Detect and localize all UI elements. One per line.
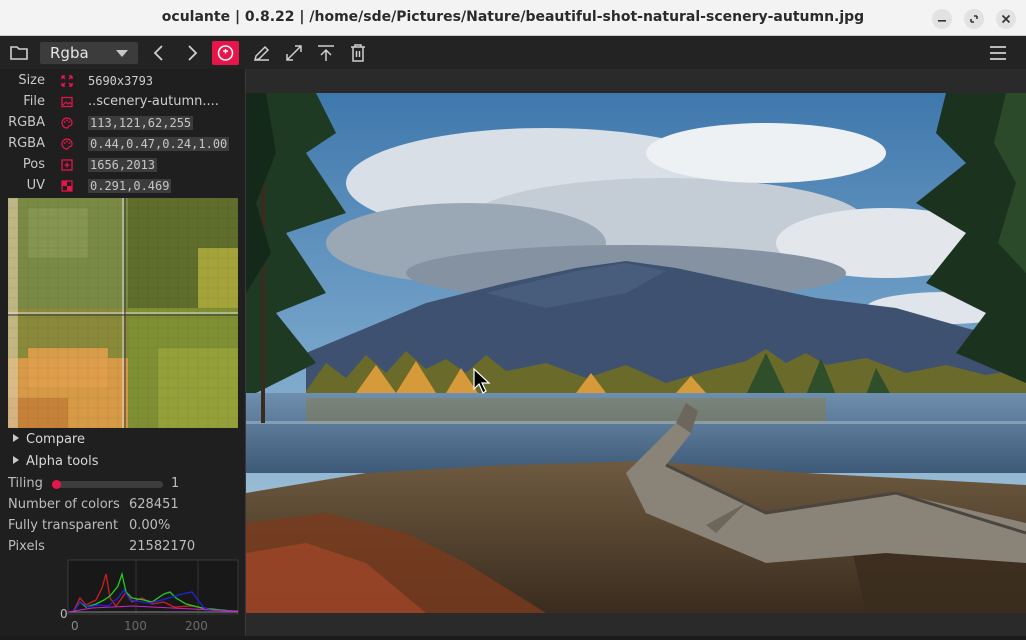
info-icon [217,45,234,61]
title-bar: oculante | 0.8.22 | /home/sde/Pictures/N… [0,0,1026,36]
uv-label: UV [26,178,45,193]
info-row-rgba-float: RGBA 0.44,0.47,0.24,1.00 [0,134,245,154]
previous-image-button[interactable] [148,42,170,64]
crosshair-icon [61,159,73,171]
compare-label: Compare [26,432,85,447]
rgba-label: RGBA [8,115,45,130]
close-icon [1001,14,1011,24]
histogram-x-tick: 0 [71,619,79,633]
fullscreen-icon [286,45,302,61]
tiling-label: Tiling [8,476,43,491]
info-row-pos: Pos 1656,2013 [0,155,245,175]
resize-icon [61,75,73,87]
tiling-value: 1 [171,476,180,491]
transparent-value: 0.00% [129,518,171,533]
colors-value: 628451 [129,497,179,512]
always-on-top-button[interactable] [315,42,337,64]
chevron-right-icon [13,456,19,464]
close-button[interactable] [996,9,1016,29]
file-value: ..scenery-autumn.... [88,94,219,109]
maximize-button[interactable] [964,9,984,29]
info-row-file: File ..scenery-autumn.... [0,92,245,112]
folder-icon [10,46,28,60]
info-row-rgba: RGBA 113,121,62,255 [0,113,245,133]
channel-select[interactable]: Rgba [40,42,138,64]
pixels-label: Pixels [8,539,45,554]
info-panel-toggle[interactable] [212,41,239,65]
pixel-zoom-preview [8,198,238,428]
alpha-tools-label: Alpha tools [26,454,99,469]
palette-icon [61,117,73,129]
file-label: File [23,94,45,109]
uv-value[interactable]: 0.291,0.469 [88,179,172,193]
channel-value: Rgba [50,44,89,62]
edit-icon [253,45,270,62]
tiling-slider-handle[interactable] [52,480,61,489]
rgba-float-label: RGBA [8,136,45,151]
size-label: Size [18,73,45,88]
minimize-icon [938,20,946,22]
pos-value[interactable]: 1656,2013 [88,158,158,172]
landscape-photo [246,93,1026,613]
histogram-x-tick: 100 [124,619,147,633]
delete-icon [351,44,365,62]
checker-icon [61,180,73,192]
histogram-y-tick: 0 [60,607,68,621]
palette-icon [61,138,73,150]
image-viewport[interactable] [246,69,1026,636]
alpha-tools-section-toggle[interactable]: Alpha tools [13,454,98,469]
rgba-value[interactable]: 113,121,62,255 [88,116,194,130]
info-row-uv: UV 0.291,0.469 [0,176,245,196]
window-title: oculante | 0.8.22 | /home/sde/Pictures/N… [161,9,865,25]
open-folder-button[interactable] [8,42,30,64]
chevron-down-icon [116,50,128,57]
next-icon [188,45,198,61]
pixels-value: 21582170 [129,539,196,554]
transparent-label: Fully transparent [8,518,119,533]
minimize-button[interactable] [932,9,952,29]
chevron-right-icon [13,434,19,442]
toolbar: Rgba [0,36,1026,69]
edit-button[interactable] [251,42,273,64]
image-canvas[interactable] [246,93,1026,613]
histogram: 0 0 100 200 [52,558,242,636]
rgba-float-value[interactable]: 0.44,0.47,0.24,1.00 [88,137,230,151]
delete-button[interactable] [347,42,369,64]
info-row-size: Size 5690x3793 [0,71,245,91]
pos-label: Pos [22,157,45,172]
always-on-top-icon [318,45,334,61]
image-icon [61,96,73,108]
main-menu-button[interactable] [987,42,1009,64]
maximize-icon [970,15,978,23]
fullscreen-button[interactable] [283,42,305,64]
compare-section-toggle[interactable]: Compare [13,432,85,447]
tiling-slider[interactable] [52,481,163,488]
menu-icon [990,46,1006,60]
previous-icon [153,45,163,61]
colors-label: Number of colors [8,497,120,512]
size-value: 5690x3793 [88,74,154,88]
histogram-x-tick: 200 [185,619,208,633]
next-image-button[interactable] [181,42,203,64]
